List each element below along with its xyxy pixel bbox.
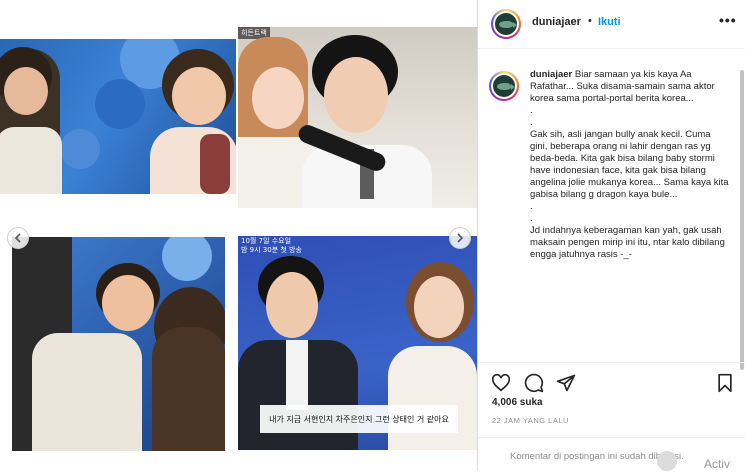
caption-username[interactable]: duniajaer (530, 69, 572, 80)
fish-logo-icon (493, 75, 515, 97)
caption-avatar[interactable] (489, 71, 519, 101)
chevron-left-icon (14, 233, 21, 243)
share-icon (556, 374, 576, 392)
follow-button[interactable]: Ikuti (598, 16, 621, 28)
header-username[interactable]: duniajaer (532, 16, 581, 28)
windows-logo-icon (657, 451, 677, 471)
bookmark-icon (718, 373, 732, 393)
photo-overlay-text: 10월 7일 수요일 밤 9시 30분 첫 방송 (241, 237, 302, 254)
fish-logo-icon (495, 13, 517, 35)
post-caption: duniajaer Biar samaan ya kis kaya Aa Raf… (530, 69, 730, 261)
comments-section[interactable]: duniajaer Biar samaan ya kis kaya Aa Raf… (478, 49, 745, 361)
post-media-carousel[interactable]: 히든트랙 10월 7일 수요일 밤 9시 30분 첫 방송 내가 지금 서현인지… (0, 0, 477, 471)
photo-actors-microphone: 히든트랙 (238, 27, 477, 208)
post-panel: duniajaer • Ikuti ••• duniajaer Biar sam… (477, 0, 745, 471)
photo-boy-glasses (12, 237, 225, 451)
like-button[interactable] (490, 372, 512, 394)
post-header: duniajaer • Ikuti ••• (478, 0, 745, 49)
comment-button[interactable] (523, 372, 545, 394)
save-button[interactable] (714, 372, 736, 394)
avatar[interactable] (491, 9, 521, 39)
post-timestamp[interactable]: 22 JAM YANG LALU (492, 416, 569, 425)
comments-scrollbar[interactable] (740, 70, 744, 370)
caption-text: Biar samaan ya kis kaya Aa Rafathar... S… (530, 69, 729, 260)
subtitle-caption: 내가 지금 서현인지 차주은인지 그런 상태인 거 같아요 (260, 405, 458, 433)
share-button[interactable] (555, 372, 577, 394)
photo-press-conference: 10월 7일 수요일 밤 9시 30분 첫 방송 내가 지금 서현인지 차주은인… (238, 236, 477, 450)
activate-windows-watermark: Activ (704, 457, 731, 471)
more-options-button[interactable]: ••• (719, 12, 737, 28)
photo-children-balloons (0, 39, 236, 194)
carousel-prev-button[interactable] (7, 227, 29, 249)
heart-icon (491, 374, 511, 392)
chevron-right-icon (457, 233, 464, 243)
carousel-next-button[interactable] (449, 227, 471, 249)
like-count[interactable]: 4,006 suka (492, 397, 543, 408)
header-separator: • (588, 15, 592, 27)
comment-icon (524, 373, 544, 393)
